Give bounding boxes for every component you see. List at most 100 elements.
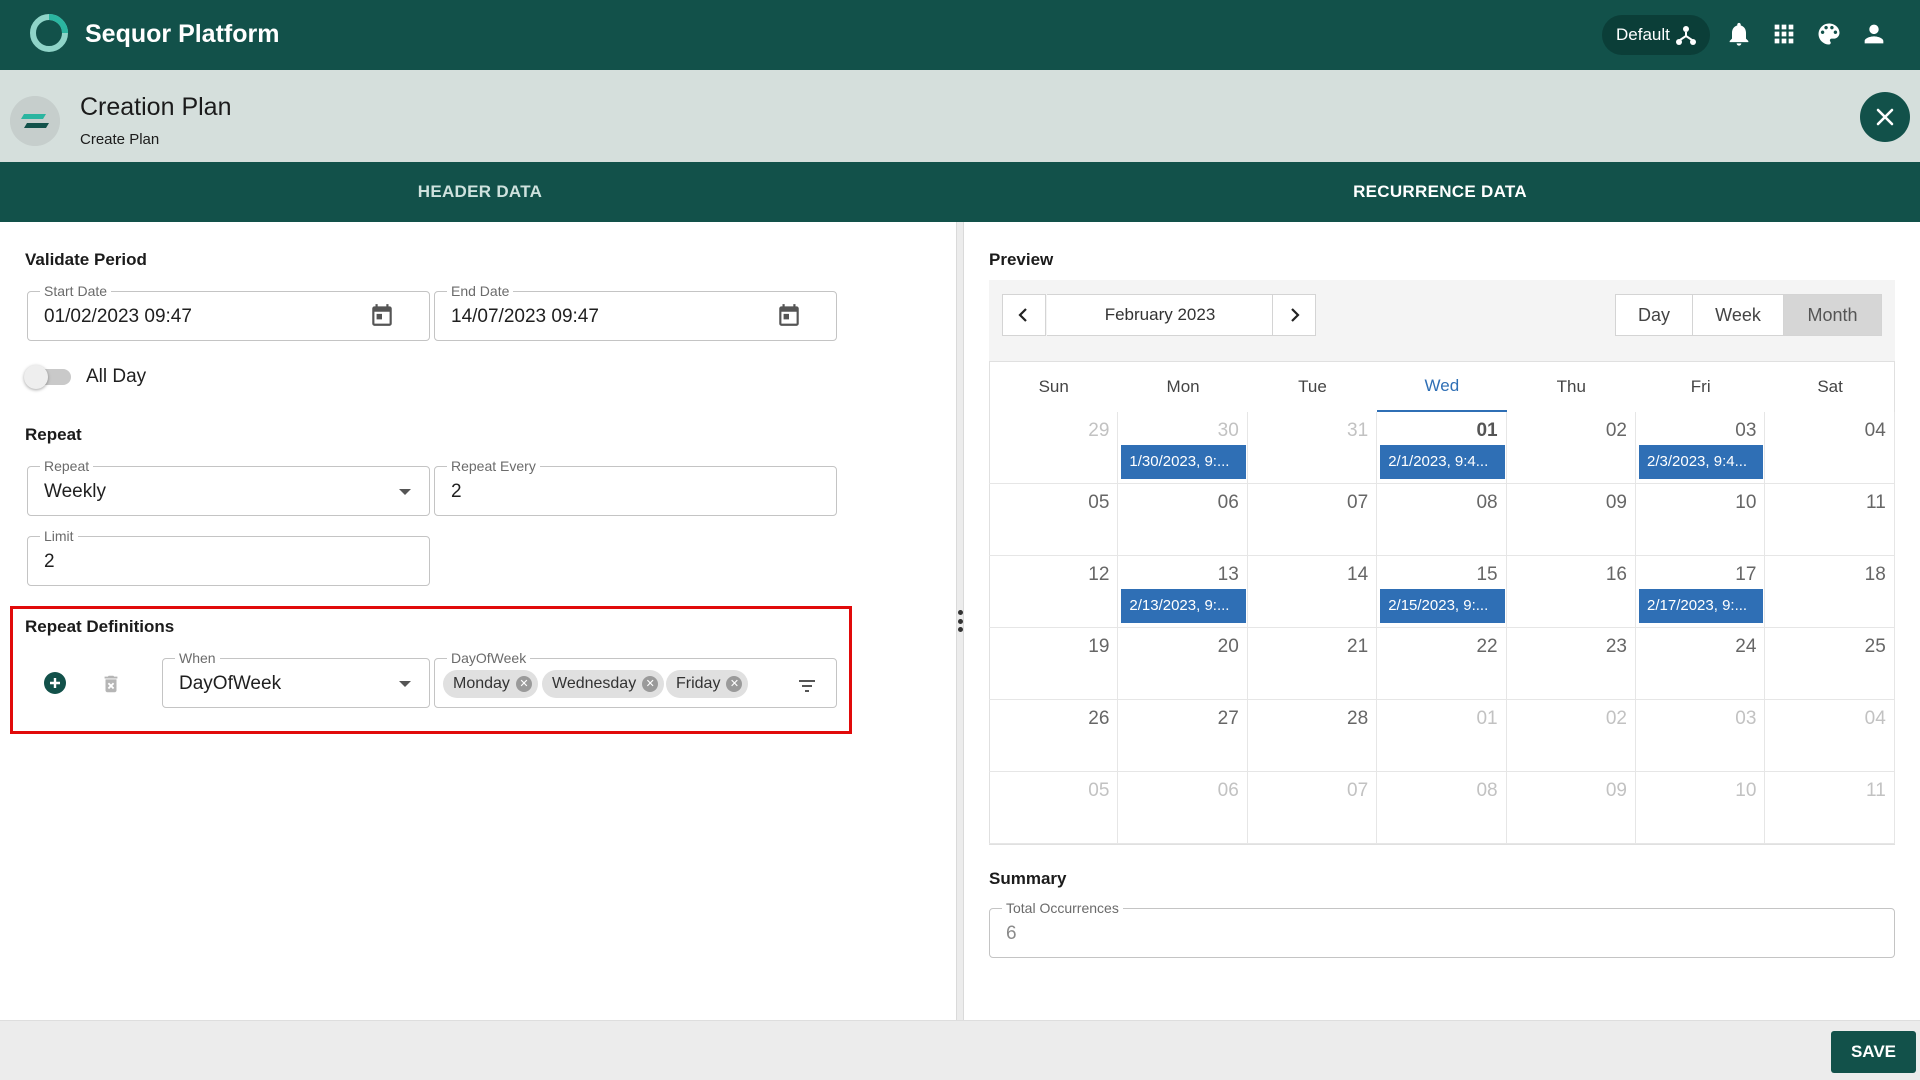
calendar-day-cell[interactable]: 02 — [1506, 700, 1636, 772]
calendar-day-cell[interactable]: 21 — [1247, 628, 1378, 700]
calendar-day-cell[interactable]: 05 — [989, 772, 1119, 844]
previous-month-button[interactable] — [1002, 294, 1046, 336]
calendar-day-number: 02 — [1605, 420, 1627, 441]
day-of-week-header: Wed — [1377, 362, 1507, 412]
chevron-down-icon[interactable] — [399, 489, 411, 495]
calendar-day-cell[interactable]: 27 — [1118, 700, 1248, 772]
chip-monday[interactable]: Monday ✕ — [443, 670, 538, 698]
calendar-day-number: 17 — [1735, 564, 1757, 585]
calendar-day-number: 09 — [1605, 492, 1627, 513]
calendar-day-cell[interactable]: 31 — [1247, 412, 1378, 484]
repeat-every-input[interactable]: Repeat Every 2 — [434, 457, 837, 516]
calendar-event[interactable]: 2/15/2023, 9:... — [1379, 588, 1506, 624]
calendar-day-number: 24 — [1735, 636, 1757, 657]
view-month-button[interactable]: Month — [1783, 294, 1882, 336]
calendar-icon[interactable] — [369, 302, 395, 328]
calendar-day-cell[interactable]: 28 — [1247, 700, 1378, 772]
user-account-icon[interactable] — [1860, 20, 1888, 48]
calendar-day-cell[interactable]: 10 — [1636, 772, 1766, 844]
calendar-day-number: 07 — [1347, 492, 1369, 513]
calendar-day-number: 03 — [1735, 708, 1757, 729]
calendar-event[interactable]: 2/1/2023, 9:4... — [1379, 444, 1506, 480]
end-date-value: 14/07/2023 09:47 — [451, 306, 599, 327]
calendar-event[interactable]: 2/13/2023, 9:... — [1120, 588, 1247, 624]
all-day-toggle-knob[interactable] — [24, 365, 48, 389]
limit-input[interactable]: Limit 2 — [27, 527, 430, 586]
close-icon — [1876, 108, 1894, 126]
chip-remove-icon[interactable]: ✕ — [515, 676, 532, 692]
chip-friday[interactable]: Friday ✕ — [666, 670, 749, 698]
notifications-bell-icon[interactable] — [1725, 20, 1753, 48]
view-day-button[interactable]: Day — [1615, 294, 1693, 336]
calendar-day-cell[interactable]: 02 — [1506, 412, 1636, 484]
chevron-left-icon — [1018, 308, 1027, 322]
save-button[interactable]: SAVE — [1831, 1031, 1916, 1073]
palette-icon[interactable] — [1815, 20, 1843, 48]
calendar-day-cell[interactable]: 14 — [1247, 556, 1378, 628]
calendar-day-cell[interactable]: 09 — [1506, 484, 1636, 556]
calendar-day-cell[interactable]: 07 — [1247, 484, 1378, 556]
calendar-day-number: 01 — [1476, 708, 1498, 729]
when-label: When — [175, 649, 220, 667]
tab-header-data[interactable]: HEADER DATA — [0, 162, 960, 222]
calendar-day-cell[interactable]: 07 — [1247, 772, 1378, 844]
plus-icon — [50, 678, 60, 688]
calendar-day-cell[interactable]: 29 — [989, 412, 1119, 484]
calendar-day-cell[interactable]: 20 — [1118, 628, 1248, 700]
total-occurrences-field: Total Occurrences 6 — [989, 899, 1895, 958]
calendar-day-cell[interactable]: 18 — [1765, 556, 1895, 628]
current-month-label[interactable]: February 2023 — [1047, 294, 1273, 336]
calendar-event[interactable]: 2/3/2023, 9:4... — [1638, 444, 1765, 480]
calendar-day-cell[interactable]: 03 — [1636, 700, 1766, 772]
hierarchy-icon — [1676, 26, 1696, 45]
calendar-day-cell[interactable]: 04 — [1765, 700, 1895, 772]
day-of-week-label: DayOfWeek — [447, 649, 531, 667]
calendar-day-cell[interactable]: 04 — [1765, 412, 1895, 484]
filter-list-icon[interactable] — [795, 674, 819, 698]
calendar-day-cell[interactable]: 12 — [989, 556, 1119, 628]
calendar-day-cell[interactable]: 19 — [989, 628, 1119, 700]
calendar-day-cell[interactable]: 25 — [1765, 628, 1895, 700]
calendar-day-cell[interactable]: 24 — [1636, 628, 1766, 700]
calendar-day-cell[interactable]: 06 — [1118, 484, 1248, 556]
chevron-down-icon[interactable] — [399, 681, 411, 687]
chip-remove-icon[interactable]: ✕ — [726, 676, 743, 692]
calendar-day-cell[interactable]: 10 — [1636, 484, 1766, 556]
chip-wednesday[interactable]: Wednesday ✕ — [542, 670, 665, 698]
repeat-heading: Repeat — [25, 425, 82, 444]
environment-selector[interactable]: Default — [1602, 15, 1710, 55]
add-definition-button[interactable] — [44, 672, 66, 694]
day-of-week-header: Mon — [1166, 377, 1200, 396]
calendar-event[interactable]: 2/17/2023, 9:... — [1638, 588, 1765, 624]
calendar-day-cell[interactable]: 01 — [1377, 700, 1507, 772]
calendar-event[interactable]: 1/30/2023, 9:... — [1120, 444, 1247, 480]
repeat-select[interactable]: Repeat Weekly — [27, 457, 430, 516]
calendar-day-cell[interactable]: 22 — [1377, 628, 1507, 700]
calendar-day-cell[interactable]: 08 — [1377, 772, 1507, 844]
end-date-label: End Date — [447, 282, 514, 300]
calendar-day-number: 19 — [1088, 636, 1110, 657]
view-week-button[interactable]: Week — [1692, 294, 1784, 336]
calendar-day-cell[interactable]: 08 — [1377, 484, 1507, 556]
more-vert-icon[interactable] — [957, 610, 963, 632]
calendar-day-cell[interactable]: 23 — [1506, 628, 1636, 700]
start-date-field[interactable]: Start Date 01/02/2023 09:47 — [27, 282, 430, 341]
calendar-day-cell[interactable]: 09 — [1506, 772, 1636, 844]
next-month-button[interactable] — [1272, 294, 1316, 336]
close-button[interactable] — [1860, 92, 1910, 142]
delete-icon[interactable] — [100, 672, 122, 696]
when-select[interactable]: When DayOfWeek — [162, 649, 430, 708]
calendar-day-number: 06 — [1217, 780, 1239, 801]
calendar-icon[interactable] — [776, 302, 802, 328]
calendar-day-number: 10 — [1735, 492, 1757, 513]
calendar-day-cell[interactable]: 06 — [1118, 772, 1248, 844]
tab-recurrence-data[interactable]: RECURRENCE DATA — [960, 162, 1920, 222]
calendar-day-cell[interactable]: 05 — [989, 484, 1119, 556]
end-date-field[interactable]: End Date 14/07/2023 09:47 — [434, 282, 837, 341]
calendar-day-cell[interactable]: 26 — [989, 700, 1119, 772]
apps-grid-icon[interactable] — [1770, 20, 1798, 48]
calendar-day-cell[interactable]: 11 — [1765, 772, 1895, 844]
calendar-day-cell[interactable]: 11 — [1765, 484, 1895, 556]
calendar-day-cell[interactable]: 16 — [1506, 556, 1636, 628]
chip-remove-icon[interactable]: ✕ — [642, 676, 659, 692]
